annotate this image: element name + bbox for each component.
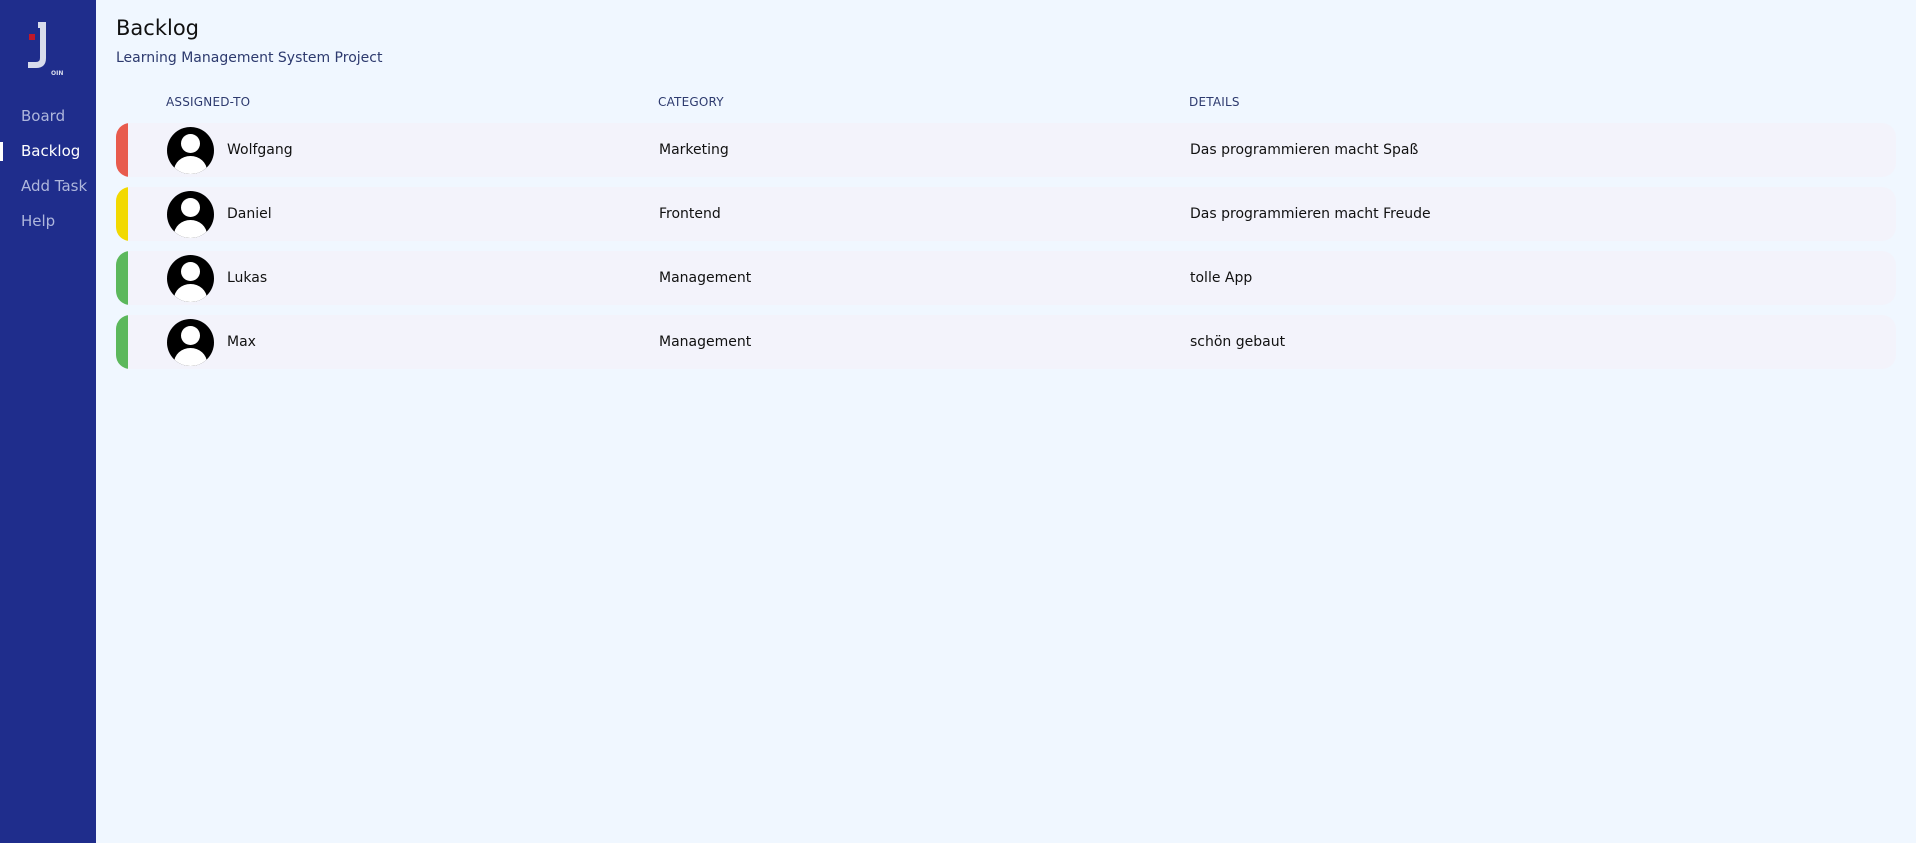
task-details: Das programmieren macht Freude [1190,206,1431,222]
avatar-icon [167,319,214,366]
column-header-category: CATEGORY [658,95,724,109]
logo-text: OIN [51,70,63,77]
task-details: tolle App [1190,270,1253,286]
priority-indicator [116,251,128,305]
task-row[interactable]: Max Management schön gebaut [116,315,1896,369]
sidebar-item-backlog[interactable]: Backlog [0,139,96,174]
task-category: Management [659,334,752,350]
priority-indicator [116,315,128,369]
avatar-icon [167,255,214,302]
task-row[interactable]: Daniel Frontend Das programmieren macht … [116,187,1896,241]
task-row[interactable]: Lukas Management tolle App [116,251,1896,305]
avatar-icon [167,191,214,238]
assignee-name: Max [227,334,256,350]
task-row[interactable]: Wolfgang Marketing Das programmieren mac… [116,123,1896,177]
page-subtitle: Learning Management System Project [116,50,383,66]
task-details: schön gebaut [1190,334,1286,350]
priority-indicator [116,123,128,177]
column-header-assigned-to: ASSIGNED-TO [166,95,251,109]
priority-indicator [116,187,128,241]
sidebar-item-add-task[interactable]: Add Task [0,174,96,209]
assignee-name: Lukas [227,270,268,286]
sidebar-item-board[interactable]: Board [0,104,96,139]
avatar-icon [167,127,214,174]
assignee-name: Wolfgang [227,142,293,158]
task-details: Das programmieren macht Spaß [1190,142,1419,158]
column-header-details: DETAILS [1189,95,1240,109]
app-root: OIN Board Backlog Add Task Help Backlog … [0,0,1916,843]
sidebar-nav: Board Backlog Add Task Help [0,104,96,244]
task-category: Marketing [659,142,729,158]
page-title: Backlog [116,16,199,40]
join-logo-icon: OIN [28,22,63,77]
join-logo[interactable]: OIN [24,22,70,78]
task-category: Management [659,270,752,286]
task-category: Frontend [659,206,721,222]
sidebar-item-help[interactable]: Help [0,209,96,244]
task-list: Wolfgang Marketing Das programmieren mac… [116,123,1896,379]
assignee-name: Daniel [227,206,272,222]
main-content: Backlog Learning Management System Proje… [96,0,1916,843]
sidebar: OIN Board Backlog Add Task Help [0,0,96,843]
